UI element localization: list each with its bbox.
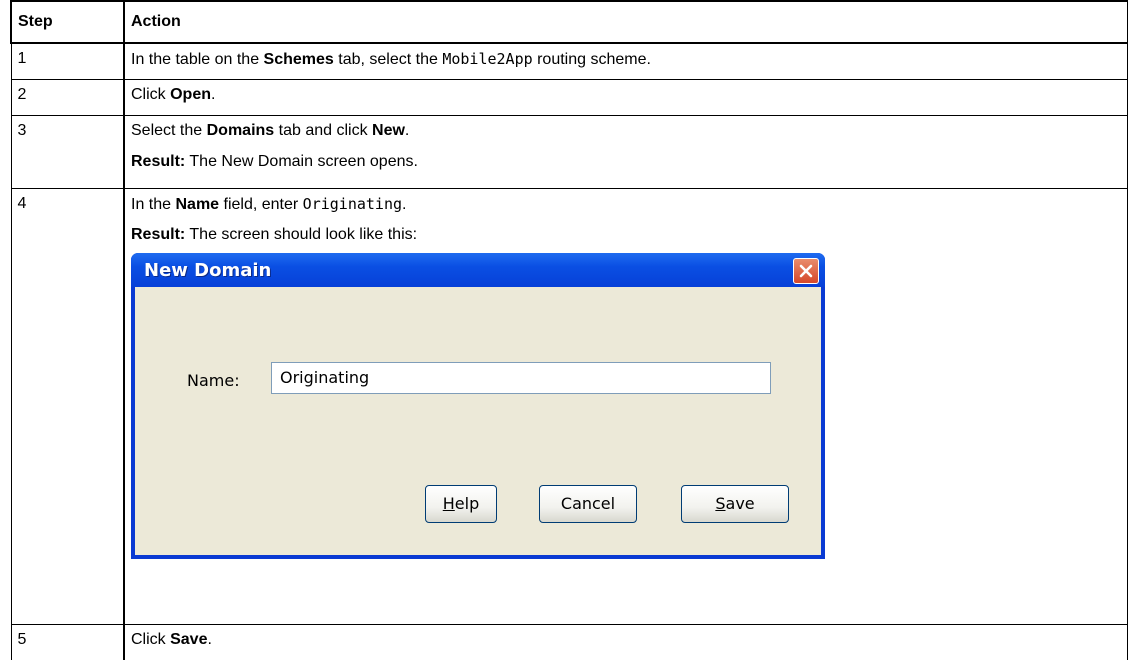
step-action: Select the Domains tab and click New. Re… [123, 114, 1128, 189]
close-icon [799, 264, 813, 278]
step-number: 1 [10, 42, 125, 80]
dialog-title-bar: New Domain [131, 252, 825, 287]
table-header-row: Step Action [10, 0, 1128, 44]
close-button[interactable] [793, 257, 819, 284]
step-result: Result: The New Domain screen opens. [131, 152, 418, 170]
step-action: In the table on the Schemes tab, select … [123, 42, 1128, 80]
step-number: 3 [10, 114, 125, 189]
table-row: 2 Click Open. [10, 78, 1128, 116]
procedure-table: Step Action 1 In the table on the Scheme… [10, 0, 1128, 660]
save-button[interactable]: Save [681, 484, 789, 523]
dialog-body: Name: Originating Help Cancel Save [135, 286, 821, 555]
step-column-header: Step [10, 0, 125, 44]
table-row: 5 Click Save. [10, 624, 1128, 660]
step-action: Click Save. [123, 624, 1128, 660]
table-row: 1 In the table on the Schemes tab, selec… [10, 42, 1128, 80]
table-row: 4 In the Name field, enter Originating. … [10, 187, 1128, 626]
step-action: In the Name field, enter Originating. Re… [123, 187, 1128, 626]
name-label: Name: [187, 370, 240, 390]
step-number: 2 [10, 78, 125, 116]
new-domain-dialog-screenshot: New Domain Name: Originating Help Cancel… [131, 252, 825, 559]
dialog-title: New Domain [144, 259, 272, 281]
cancel-button[interactable]: Cancel [539, 484, 637, 523]
name-field[interactable]: Originating [271, 361, 771, 394]
step-action: Click Open. [123, 78, 1128, 116]
step-result: Result: The screen should look like this… [131, 225, 418, 243]
step-number: 5 [10, 624, 125, 660]
action-column-header: Action [123, 0, 1128, 44]
step-number: 4 [10, 187, 125, 626]
table-row: 3 Select the Domains tab and click New. … [10, 114, 1128, 189]
help-button[interactable]: Help [425, 484, 497, 523]
